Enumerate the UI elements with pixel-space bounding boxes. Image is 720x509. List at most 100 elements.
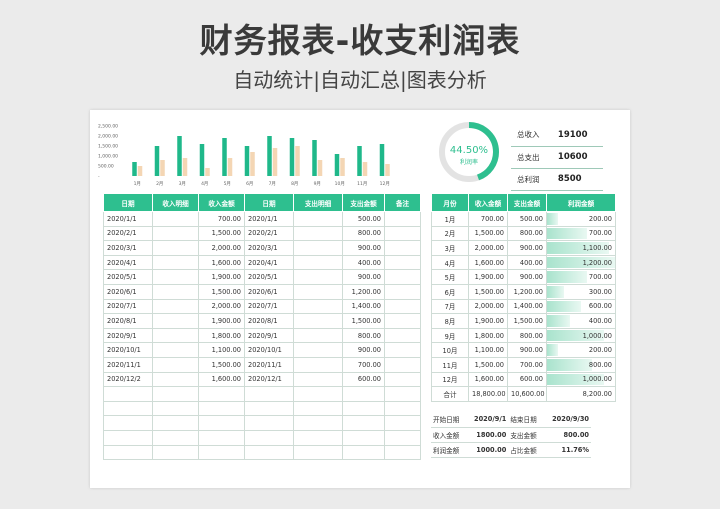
table-cell[interactable] <box>198 444 245 461</box>
table-cell[interactable] <box>293 386 343 402</box>
table-cell[interactable]: 2020/9/1 <box>244 327 294 344</box>
table-cell[interactable] <box>342 386 385 402</box>
table-cell[interactable] <box>152 327 199 344</box>
table-cell[interactable] <box>152 429 199 446</box>
table-cell[interactable]: 1,800.00 <box>198 327 245 344</box>
table-cell[interactable] <box>152 298 199 315</box>
table-cell[interactable] <box>293 211 343 227</box>
table-cell[interactable] <box>342 415 385 431</box>
table-cell[interactable] <box>244 386 294 402</box>
table-cell[interactable] <box>293 313 343 329</box>
table-cell[interactable]: 1,900.00 <box>198 313 245 329</box>
table-cell[interactable]: 2020/10/1 <box>103 342 153 358</box>
table-cell[interactable] <box>198 400 245 417</box>
table-cell[interactable] <box>342 444 385 461</box>
table-cell[interactable]: 2020/6/1 <box>103 283 153 300</box>
table-cell[interactable] <box>293 283 343 300</box>
table-cell[interactable] <box>244 415 294 431</box>
table-cell[interactable] <box>103 415 153 431</box>
table-cell[interactable] <box>384 298 421 315</box>
table-cell[interactable]: 2020/12/1 <box>244 371 294 388</box>
table-cell[interactable] <box>384 313 421 329</box>
table-cell[interactable]: 2020/8/1 <box>244 313 294 329</box>
table-cell[interactable]: 1,400.00 <box>342 298 385 315</box>
table-cell[interactable] <box>103 400 153 417</box>
table-cell[interactable]: 2020/9/1 <box>103 327 153 344</box>
table-cell[interactable] <box>152 283 199 300</box>
table-cell[interactable]: 1,600.00 <box>198 371 245 388</box>
table-cell[interactable] <box>152 225 199 242</box>
table-cell[interactable]: 1,500.00 <box>198 225 245 242</box>
table-cell[interactable] <box>384 400 421 417</box>
table-cell[interactable] <box>244 400 294 417</box>
start-date-value[interactable]: 2020/9/1 <box>466 412 509 428</box>
table-cell[interactable] <box>198 429 245 446</box>
table-cell[interactable] <box>152 356 199 373</box>
table-cell[interactable]: 1,900.00 <box>198 269 245 285</box>
table-cell[interactable] <box>152 342 199 358</box>
table-cell[interactable]: 2020/6/1 <box>244 283 294 300</box>
end-date-value[interactable]: 2020/9/30 <box>543 412 591 428</box>
table-cell[interactable]: 2020/11/1 <box>244 356 294 373</box>
table-cell[interactable] <box>293 225 343 242</box>
table-cell[interactable]: 800.00 <box>342 327 385 344</box>
table-cell[interactable] <box>152 254 199 271</box>
table-cell[interactable]: 1,600.00 <box>198 254 245 271</box>
table-cell[interactable] <box>384 342 421 358</box>
table-cell[interactable]: 1,100.00 <box>198 342 245 358</box>
table-cell[interactable]: 1,500.00 <box>198 356 245 373</box>
table-cell[interactable] <box>103 444 153 461</box>
table-cell[interactable]: 2020/7/1 <box>103 298 153 315</box>
table-cell[interactable] <box>342 400 385 417</box>
table-cell[interactable] <box>384 327 421 344</box>
table-cell[interactable] <box>198 386 245 402</box>
table-cell[interactable]: 400.00 <box>342 254 385 271</box>
table-cell[interactable] <box>103 429 153 446</box>
table-cell[interactable] <box>152 400 199 417</box>
table-cell[interactable] <box>293 240 343 256</box>
table-cell[interactable] <box>342 429 385 446</box>
table-cell[interactable] <box>384 283 421 300</box>
table-cell[interactable]: 900.00 <box>342 269 385 285</box>
table-cell[interactable]: 2020/11/1 <box>103 356 153 373</box>
table-cell[interactable]: 1,500.00 <box>198 283 245 300</box>
table-cell[interactable] <box>384 269 421 285</box>
table-cell[interactable]: 700.00 <box>342 356 385 373</box>
table-cell[interactable] <box>384 371 421 388</box>
table-cell[interactable]: 2020/5/1 <box>103 269 153 285</box>
table-cell[interactable] <box>152 269 199 285</box>
table-cell[interactable] <box>152 371 199 388</box>
table-cell[interactable]: 2020/4/1 <box>103 254 153 271</box>
table-cell[interactable]: 2020/3/1 <box>103 240 153 256</box>
table-cell[interactable] <box>293 400 343 417</box>
table-cell[interactable] <box>293 356 343 373</box>
table-cell[interactable]: 2020/5/1 <box>244 269 294 285</box>
table-cell[interactable]: 500.00 <box>342 211 385 227</box>
table-cell[interactable] <box>152 240 199 256</box>
table-cell[interactable]: 2020/10/1 <box>244 342 294 358</box>
table-cell[interactable] <box>293 327 343 344</box>
table-cell[interactable]: 2,000.00 <box>198 298 245 315</box>
table-cell[interactable]: 800.00 <box>342 225 385 242</box>
table-cell[interactable] <box>293 298 343 315</box>
table-cell[interactable] <box>293 269 343 285</box>
table-cell[interactable] <box>152 444 199 461</box>
table-cell[interactable]: 600.00 <box>342 371 385 388</box>
table-cell[interactable] <box>384 356 421 373</box>
table-cell[interactable]: 2020/2/1 <box>103 225 153 242</box>
table-cell[interactable] <box>384 225 421 242</box>
table-cell[interactable] <box>384 211 421 227</box>
table-cell[interactable]: 2020/4/1 <box>244 254 294 271</box>
table-cell[interactable]: 900.00 <box>342 342 385 358</box>
table-cell[interactable] <box>152 313 199 329</box>
table-cell[interactable] <box>293 429 343 446</box>
table-cell[interactable]: 2020/7/1 <box>244 298 294 315</box>
table-cell[interactable] <box>293 444 343 461</box>
table-cell[interactable] <box>244 444 294 461</box>
table-cell[interactable]: 1,500.00 <box>342 313 385 329</box>
table-cell[interactable] <box>293 371 343 388</box>
table-cell[interactable] <box>384 444 421 461</box>
table-cell[interactable] <box>244 429 294 446</box>
table-cell[interactable] <box>293 254 343 271</box>
table-cell[interactable] <box>384 386 421 402</box>
